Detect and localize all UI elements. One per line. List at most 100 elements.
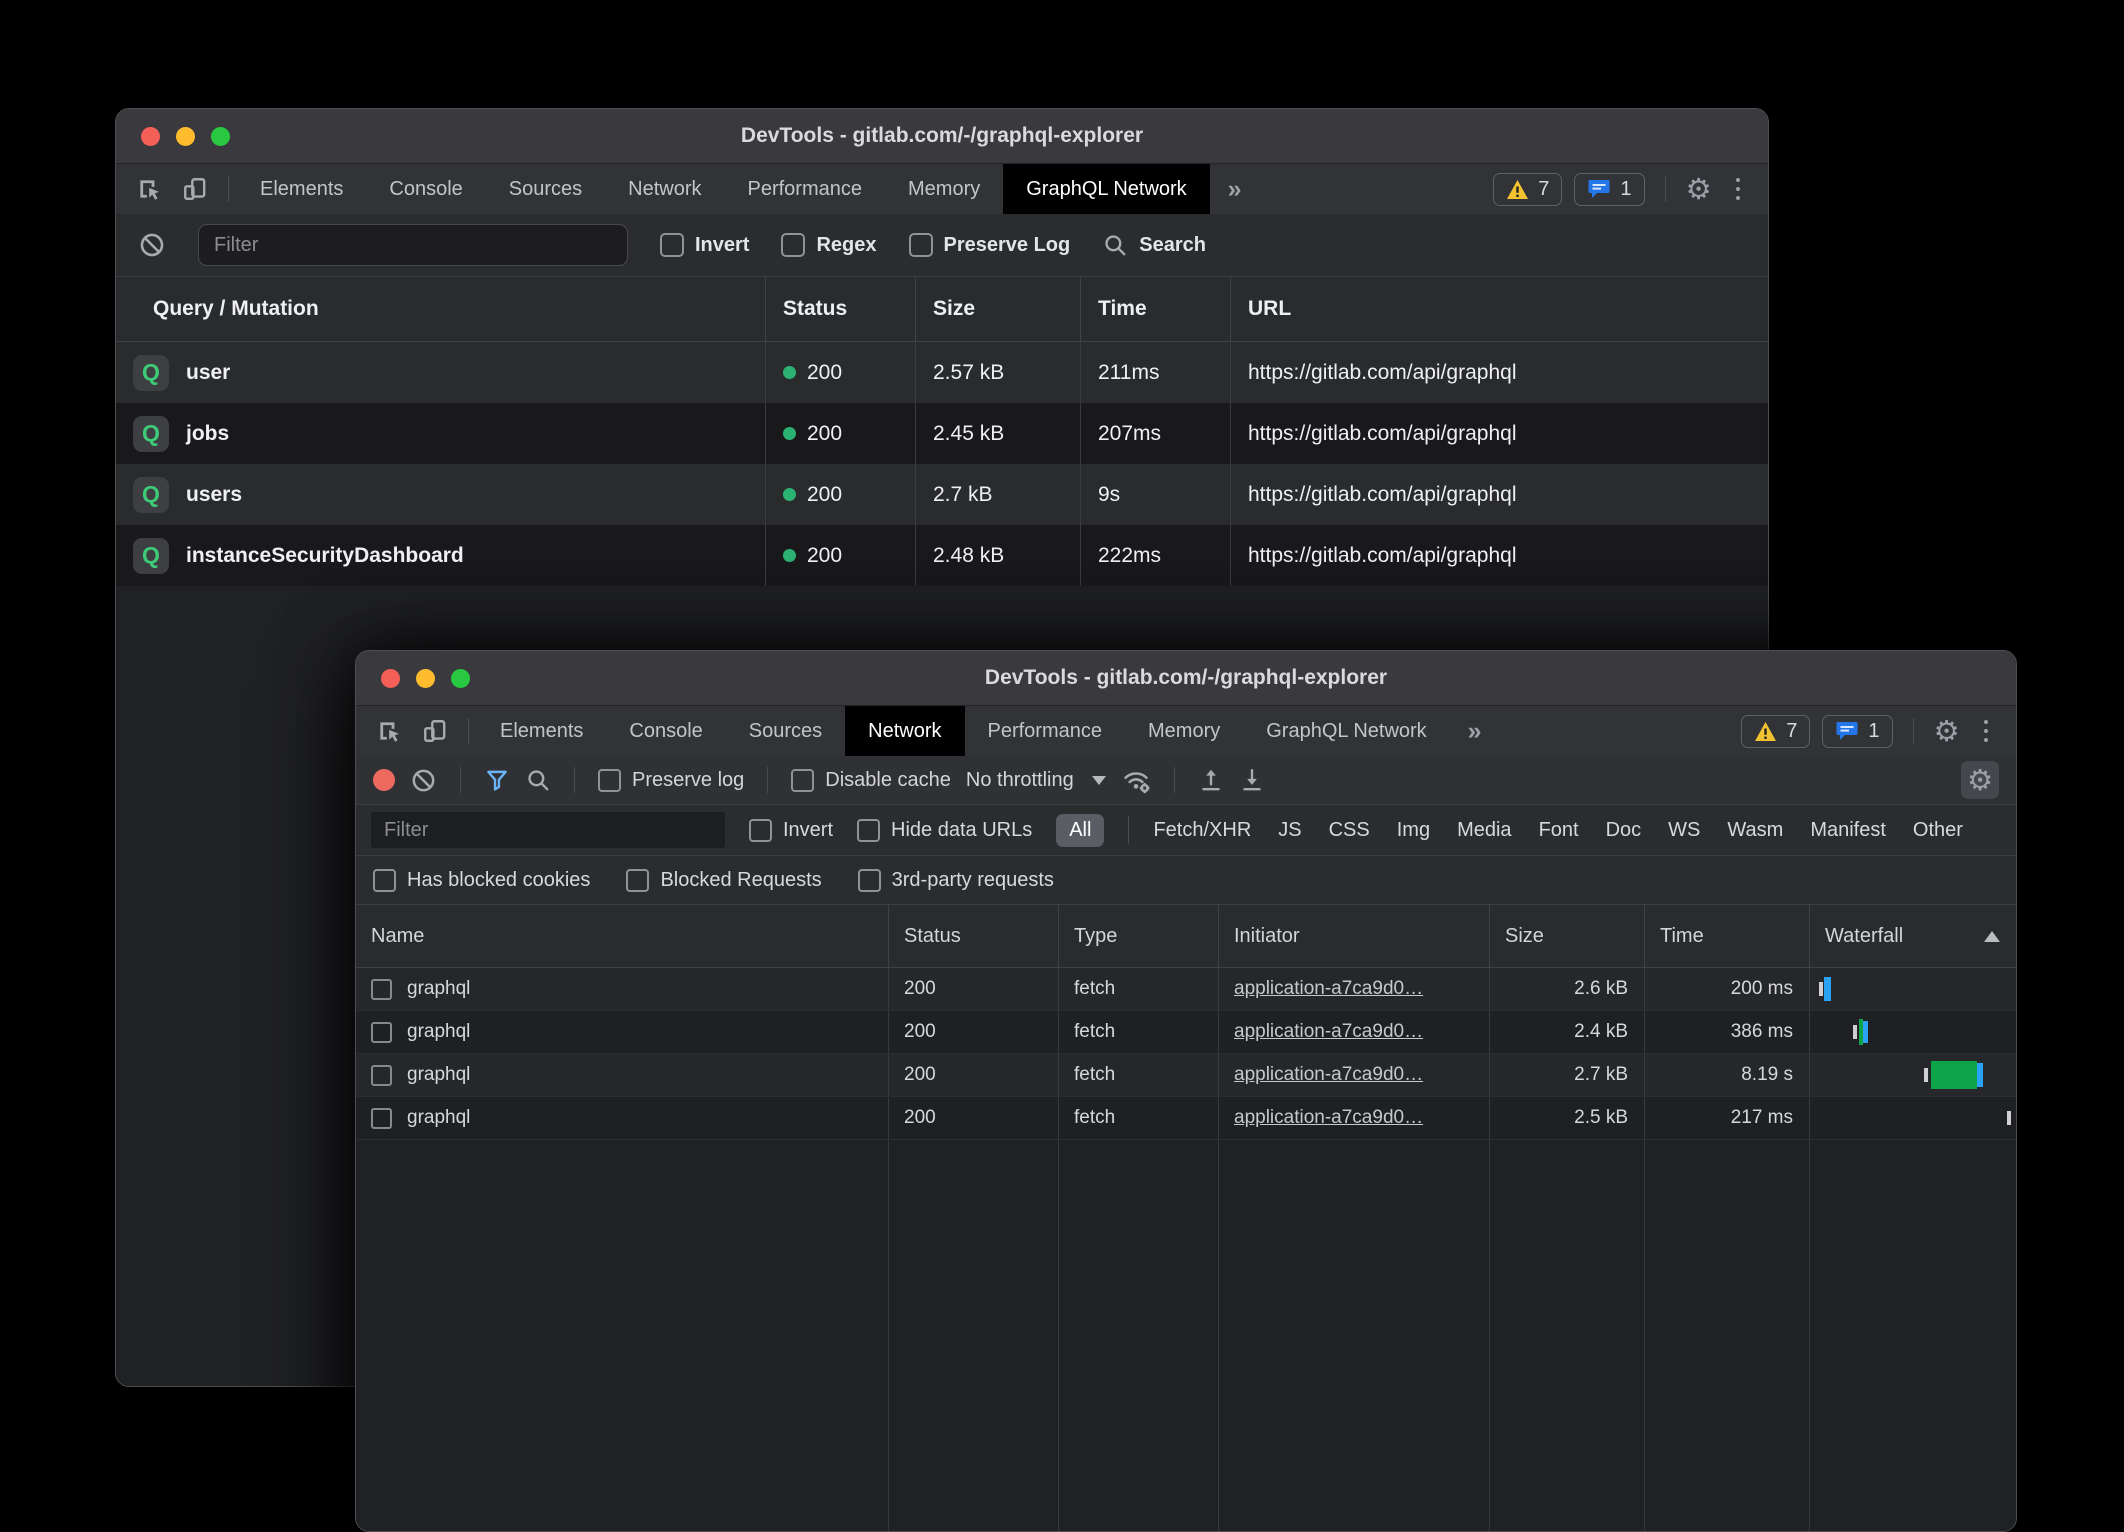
query-row[interactable]: QinstanceSecurityDashboard 200 2.48 kB 2… bbox=[116, 525, 1768, 586]
more-options-icon[interactable] bbox=[1972, 720, 2001, 743]
more-options-icon[interactable] bbox=[1724, 178, 1753, 201]
filter-type-other[interactable]: Other bbox=[1913, 819, 1963, 842]
third-party-requests-checkbox[interactable]: 3rd-party requests bbox=[858, 869, 1054, 892]
request-row[interactable]: graphql 200 fetch application-a7ca9d0… 2… bbox=[356, 1054, 2016, 1097]
preserve-log-checkbox[interactable]: Preserve Log bbox=[909, 233, 1071, 257]
filter-type-css[interactable]: CSS bbox=[1329, 819, 1370, 842]
query-name: users bbox=[186, 483, 242, 507]
device-toolbar-icon[interactable] bbox=[182, 176, 208, 202]
tab-elements[interactable]: Elements bbox=[477, 706, 606, 756]
initiator-link[interactable]: application-a7ca9d0… bbox=[1234, 1064, 1423, 1086]
tab-elements[interactable]: Elements bbox=[237, 164, 366, 214]
warnings-badge[interactable]: 7 bbox=[1493, 173, 1562, 206]
tab-graphql-network[interactable]: GraphQL Network bbox=[1003, 164, 1209, 214]
settings-gear-icon[interactable]: ⚙ bbox=[1686, 175, 1712, 204]
zoom-window-button[interactable] bbox=[211, 127, 230, 146]
inspect-element-icon[interactable] bbox=[136, 176, 162, 202]
clear-icon[interactable] bbox=[138, 231, 166, 259]
query-badge: Q bbox=[133, 538, 169, 574]
minimize-window-button[interactable] bbox=[416, 669, 435, 688]
tab-console[interactable]: Console bbox=[606, 706, 725, 756]
more-tabs-icon[interactable]: » bbox=[1450, 706, 1500, 756]
filter-type-manifest[interactable]: Manifest bbox=[1810, 819, 1886, 842]
issues-badge[interactable]: 1 bbox=[1574, 173, 1644, 206]
query-row[interactable]: Qusers 200 2.7 kB 9s https://gitlab.com/… bbox=[116, 464, 1768, 525]
invert-checkbox[interactable]: Invert bbox=[749, 819, 833, 842]
column-waterfall[interactable]: Waterfall bbox=[1810, 905, 2016, 967]
tab-performance[interactable]: Performance bbox=[965, 706, 1126, 756]
initiator-link[interactable]: application-a7ca9d0… bbox=[1234, 978, 1423, 1000]
zoom-window-button[interactable] bbox=[451, 669, 470, 688]
query-row[interactable]: Qjobs 200 2.45 kB 207ms https://gitlab.c… bbox=[116, 403, 1768, 464]
tab-sources[interactable]: Sources bbox=[726, 706, 845, 756]
has-blocked-cookies-checkbox[interactable]: Has blocked cookies bbox=[373, 869, 590, 892]
export-har-icon[interactable] bbox=[1239, 767, 1265, 793]
request-row[interactable]: graphql 200 fetch application-a7ca9d0… 2… bbox=[356, 1097, 2016, 1140]
tab-performance[interactable]: Performance bbox=[725, 164, 886, 214]
preserve-log-checkbox[interactable]: Preserve log bbox=[598, 769, 744, 792]
filter-funnel-icon[interactable] bbox=[484, 767, 510, 793]
more-tabs-icon[interactable]: » bbox=[1210, 164, 1260, 214]
regex-checkbox[interactable]: Regex bbox=[781, 233, 876, 257]
tab-network[interactable]: Network bbox=[605, 164, 724, 214]
row-checkbox[interactable] bbox=[371, 1108, 392, 1129]
inspect-element-icon[interactable] bbox=[376, 718, 402, 744]
tab-memory[interactable]: Memory bbox=[1125, 706, 1243, 756]
column-status[interactable]: Status bbox=[889, 905, 1059, 967]
record-network-log-button[interactable] bbox=[373, 769, 395, 791]
time-value: 222ms bbox=[1081, 525, 1231, 586]
initiator-link[interactable]: application-a7ca9d0… bbox=[1234, 1107, 1423, 1129]
close-window-button[interactable] bbox=[381, 669, 400, 688]
throttling-select[interactable]: No throttling bbox=[966, 769, 1106, 792]
filter-input[interactable] bbox=[198, 224, 628, 266]
clear-network-log-icon[interactable] bbox=[410, 767, 437, 794]
filter-type-all[interactable]: All bbox=[1056, 814, 1104, 847]
column-initiator[interactable]: Initiator bbox=[1219, 905, 1490, 967]
row-checkbox[interactable] bbox=[371, 1022, 392, 1043]
row-checkbox[interactable] bbox=[371, 979, 392, 1000]
request-row[interactable]: graphql 200 fetch application-a7ca9d0… 2… bbox=[356, 1011, 2016, 1054]
network-conditions-icon[interactable] bbox=[1121, 766, 1151, 794]
message-icon bbox=[1835, 720, 1859, 742]
import-har-icon[interactable] bbox=[1198, 767, 1224, 793]
column-name[interactable]: Name bbox=[356, 905, 889, 967]
tab-graphql-network[interactable]: GraphQL Network bbox=[1243, 706, 1449, 756]
column-time[interactable]: Time bbox=[1645, 905, 1810, 967]
titlebar[interactable]: DevTools - gitlab.com/-/graphql-explorer bbox=[356, 651, 2016, 706]
row-checkbox[interactable] bbox=[371, 1065, 392, 1086]
minimize-window-button[interactable] bbox=[176, 127, 195, 146]
close-window-button[interactable] bbox=[141, 127, 160, 146]
network-filter-input[interactable] bbox=[371, 812, 725, 848]
tab-console[interactable]: Console bbox=[366, 164, 485, 214]
warnings-badge[interactable]: 7 bbox=[1741, 715, 1810, 748]
search-icon[interactable] bbox=[525, 767, 551, 793]
tab-sources[interactable]: Sources bbox=[486, 164, 605, 214]
filter-type-ws[interactable]: WS bbox=[1668, 819, 1700, 842]
initiator-link[interactable]: application-a7ca9d0… bbox=[1234, 1021, 1423, 1043]
disable-cache-checkbox[interactable]: Disable cache bbox=[791, 769, 951, 792]
column-size: Size bbox=[916, 277, 1081, 341]
device-toolbar-icon[interactable] bbox=[422, 718, 448, 744]
hide-data-urls-checkbox[interactable]: Hide data URLs bbox=[857, 819, 1032, 842]
titlebar[interactable]: DevTools - gitlab.com/-/graphql-explorer bbox=[116, 109, 1768, 164]
issues-badge[interactable]: 1 bbox=[1822, 715, 1892, 748]
filter-type-img[interactable]: Img bbox=[1397, 819, 1430, 842]
tab-network[interactable]: Network bbox=[845, 706, 964, 756]
filter-type-media[interactable]: Media bbox=[1457, 819, 1511, 842]
filter-type-doc[interactable]: Doc bbox=[1606, 819, 1642, 842]
search-button[interactable]: Search bbox=[1102, 232, 1206, 258]
tab-memory[interactable]: Memory bbox=[885, 164, 1003, 214]
invert-checkbox[interactable]: Invert bbox=[660, 233, 749, 257]
filter-type-font[interactable]: Font bbox=[1539, 819, 1579, 842]
column-size[interactable]: Size bbox=[1490, 905, 1645, 967]
query-row[interactable]: Quser 200 2.57 kB 211ms https://gitlab.c… bbox=[116, 342, 1768, 403]
request-row[interactable]: graphql 200 fetch application-a7ca9d0… 2… bbox=[356, 968, 2016, 1011]
settings-gear-icon[interactable]: ⚙ bbox=[1934, 717, 1960, 746]
waterfall-segment-blue bbox=[1977, 1063, 1983, 1087]
filter-type-fetch-xhr[interactable]: Fetch/XHR bbox=[1153, 819, 1251, 842]
network-settings-button[interactable]: ⚙ bbox=[1961, 761, 1999, 799]
blocked-requests-checkbox[interactable]: Blocked Requests bbox=[626, 869, 821, 892]
filter-type-wasm[interactable]: Wasm bbox=[1727, 819, 1783, 842]
column-type[interactable]: Type bbox=[1059, 905, 1219, 967]
filter-type-js[interactable]: JS bbox=[1278, 819, 1301, 842]
